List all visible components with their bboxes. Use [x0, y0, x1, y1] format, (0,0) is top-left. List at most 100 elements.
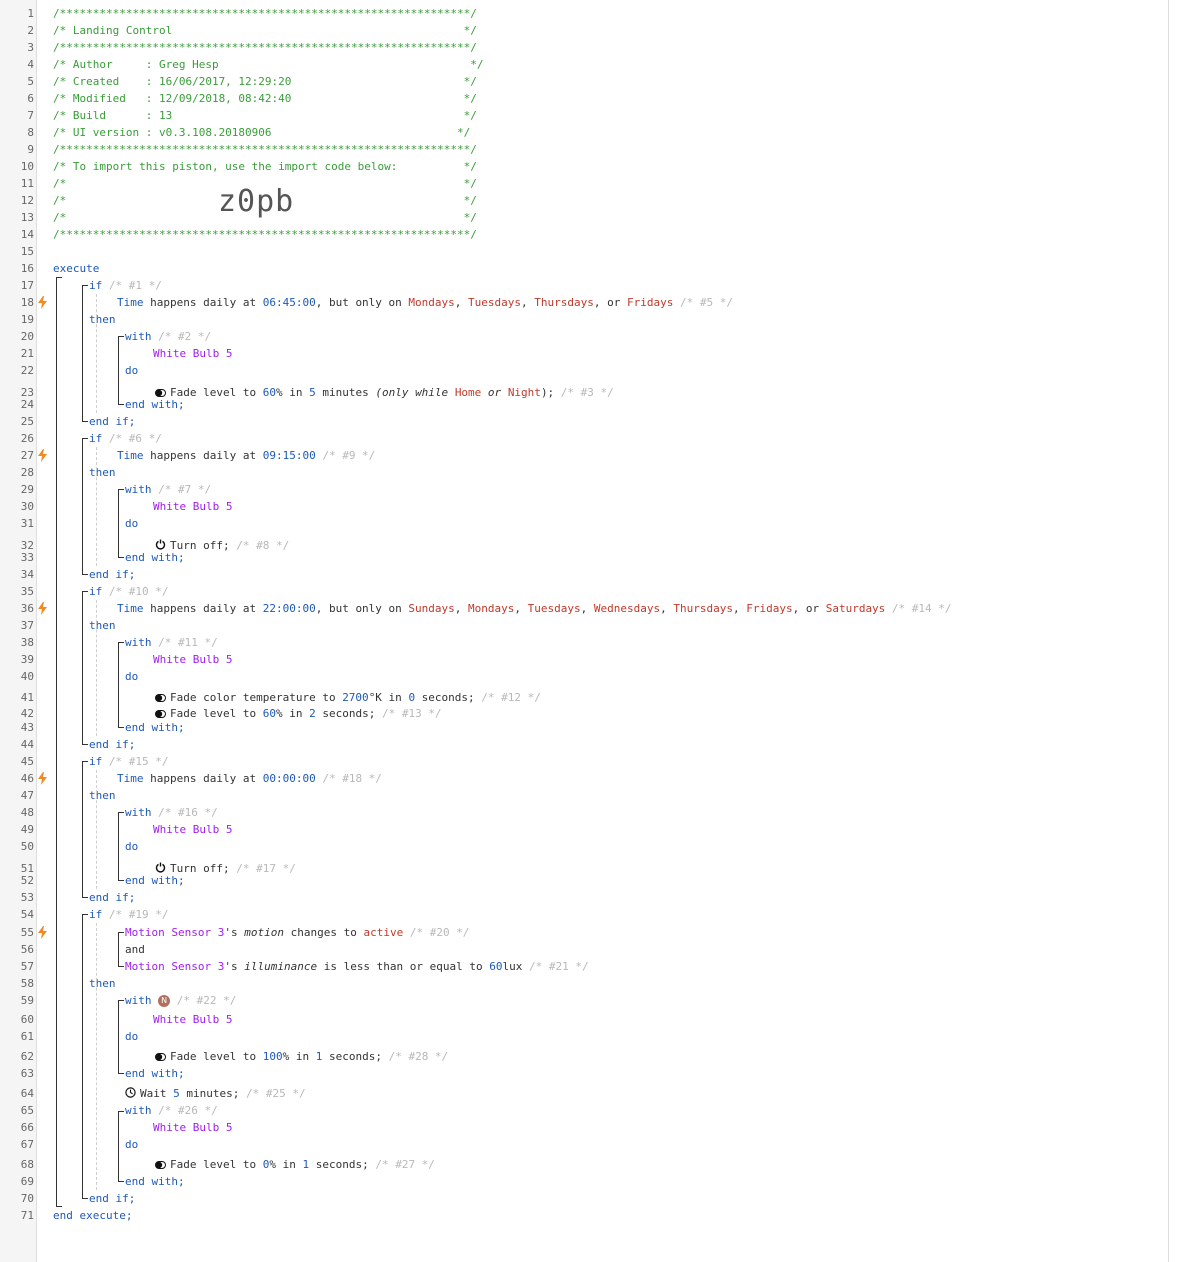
line-number: 12 [20, 194, 34, 207]
device-name[interactable]: White Bulb 5 [153, 498, 232, 515]
token: lux [502, 960, 523, 973]
code-line: 18 Time happens daily at 06:45:00, but on… [0, 294, 1178, 311]
wait-task[interactable]: Wait 5 minutes; /* #25 */ [125, 1085, 306, 1103]
line-number: 25 [20, 415, 34, 428]
with-bracket [118, 489, 124, 558]
do-keyword: do [125, 668, 138, 685]
token: then [89, 977, 116, 990]
token: Fade color temperature to [170, 691, 343, 704]
line-number: 16 [20, 262, 34, 275]
condition[interactable]: Time happens daily at 00:00:00 /* #18 */ [117, 770, 382, 787]
code-line: 52 end with; [0, 872, 1178, 889]
line-number: 71 [20, 1209, 34, 1222]
then-keyword: then [89, 975, 116, 992]
code-line: 71 end execute; [0, 1207, 1178, 1224]
device-name[interactable]: White Bulb 5 [153, 345, 232, 362]
condition-group-bracket [118, 932, 124, 967]
condition[interactable]: Time happens daily at 22:00:00, but only… [117, 600, 952, 617]
end-with: end with; [125, 549, 185, 566]
token: White Bulb 5 [153, 823, 233, 836]
device-name[interactable]: White Bulb 5 [153, 821, 232, 838]
code-line: 69 end with; [0, 1173, 1178, 1190]
task[interactable]: Fade level to 0% in 1 seconds; /* #27 */ [155, 1156, 435, 1174]
device-name[interactable]: White Bulb 5 [153, 1011, 232, 1028]
header-comment-line: /* Modified : 12/09/2018, 08:42:40 */ [53, 92, 477, 105]
and-operator: and [125, 941, 145, 958]
line-number: 58 [20, 977, 34, 990]
token: /* #19 */ [108, 908, 169, 921]
code-line: 57 Motion Sensor 3's illuminance is less … [0, 958, 1178, 975]
do-keyword: do [125, 515, 138, 532]
token: illuminance [244, 960, 318, 973]
if-statement: if /* #15 */ [89, 753, 168, 770]
code-line: 9 /**************************************… [0, 141, 1178, 158]
code-line: 25 end if; [0, 413, 1178, 430]
token: , [732, 602, 747, 615]
condition[interactable]: Time happens daily at 09:15:00 /* #9 */ [117, 447, 375, 464]
token: do [125, 1030, 139, 1043]
token: /* #2 */ [158, 330, 212, 343]
line-number: 35 [20, 585, 34, 598]
task[interactable]: Fade color temperature to 2700°K in 0 se… [155, 689, 541, 707]
token: with [125, 1104, 152, 1117]
token: do [125, 517, 139, 530]
header-comment-line: /* To import this piston, use the import… [53, 160, 477, 173]
code-line: 4 /* Author : Greg Hesp */ [0, 56, 1178, 73]
code-line: 54 if /* #19 */ [0, 906, 1178, 923]
if-statement: if /* #19 */ [89, 906, 168, 923]
line-number: 27 [20, 449, 34, 462]
import-code[interactable]: z0pb [218, 184, 294, 219]
token: Wednesdays [593, 602, 661, 615]
task[interactable]: Fade level to 100% in 1 seconds; /* #28 … [155, 1048, 448, 1066]
token: Sundays [408, 602, 455, 615]
token: 60 [489, 960, 503, 973]
device-name[interactable]: White Bulb 5 [153, 1119, 232, 1136]
token: with [125, 806, 152, 819]
code-line: 13/* */ [0, 209, 1178, 226]
token: seconds; [322, 1050, 382, 1063]
execute-keyword: execute [53, 260, 99, 277]
line-number: 8 [27, 126, 34, 139]
with-statement: with N /* #22 */ [125, 992, 236, 1009]
line-number: 69 [20, 1175, 34, 1188]
token: , [580, 602, 594, 615]
token: with [125, 636, 152, 649]
token: , [514, 602, 528, 615]
code-line: 44 end if; [0, 736, 1178, 753]
token: , but only on [315, 602, 409, 615]
token: end with; [125, 551, 185, 564]
token: do [125, 364, 139, 377]
line-number: 57 [20, 960, 34, 973]
end-if: end if; [89, 1190, 135, 1207]
token: do [125, 670, 139, 683]
line-number: 28 [20, 466, 34, 479]
token: then [89, 619, 116, 632]
code-line: 22 do [0, 362, 1178, 379]
code-line: 62 Fade level to 100% in 1 seconds; /* #2… [0, 1048, 1178, 1065]
header-comment-line: /* Created : 16/06/2017, 12:29:20 */ [53, 75, 477, 88]
end-execute: end execute; [53, 1207, 132, 1224]
condition[interactable]: Time happens daily at 06:45:00, but only… [117, 294, 733, 311]
code-line: 50 do [0, 838, 1178, 855]
token: is less than or equal to [317, 960, 490, 973]
code-line: 21 White Bulb 5 [0, 345, 1178, 362]
condition[interactable]: Motion Sensor 3's motion changes to acti… [125, 924, 469, 941]
if-bracket [82, 285, 88, 422]
device-name[interactable]: White Bulb 5 [153, 651, 232, 668]
condition[interactable]: Motion Sensor 3's illuminance is less th… [125, 958, 589, 975]
line-number: 39 [20, 653, 34, 666]
token: Motion Sensor 3 [125, 960, 225, 973]
line-number: 43 [20, 721, 34, 734]
token: Time [117, 602, 144, 615]
end-with: end with; [125, 1173, 185, 1190]
line-number: 67 [20, 1138, 34, 1151]
token: 's [224, 960, 245, 973]
line-number: 13 [20, 211, 34, 224]
code-line: 47 then [0, 787, 1178, 804]
code-line: 35 if /* #10 */ [0, 583, 1178, 600]
code-line: 12/* */ [0, 192, 1178, 209]
token: end with; [125, 1175, 185, 1188]
line-number: 34 [20, 568, 34, 581]
line-number: 56 [20, 943, 34, 956]
